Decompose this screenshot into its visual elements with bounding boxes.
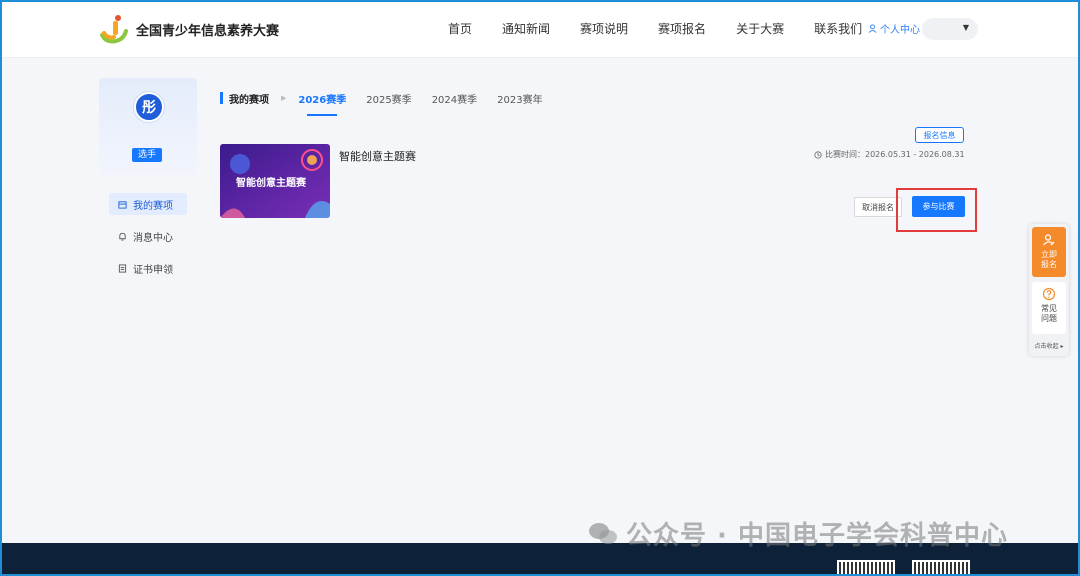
competition-time: 比赛时间：2026.05.31 - 2026.08.31: [814, 149, 965, 160]
float-faq-button[interactable]: 常见问题: [1032, 282, 1066, 334]
nav-about[interactable]: 关于大赛: [736, 20, 784, 37]
qr-code-image: [837, 560, 895, 574]
competition-name: 智能创意主题赛: [339, 150, 416, 163]
competition-time-text: 比赛时间：2026.05.31 - 2026.08.31: [825, 150, 965, 159]
sidebar-menu: 我的赛项 消息中心 证书申领: [109, 193, 187, 289]
competition-cover-image[interactable]: 智能创意主题赛: [220, 144, 330, 218]
box-icon: [118, 200, 127, 209]
sidebar-item-certificate[interactable]: 证书申领: [109, 257, 187, 279]
site-title: 全国青少年信息素养大赛: [136, 23, 280, 39]
top-nav: 全国青少年信息素养大赛 首页 通知新闻 赛项说明 赛项报名 关于大赛 联系我们 …: [2, 2, 1078, 58]
float-collapse-button[interactable]: 点击收起 ▸: [1029, 341, 1069, 350]
user-center-link[interactable]: 个人中心: [868, 21, 920, 36]
float-faq-label: 常见问题: [1041, 304, 1057, 323]
main-nav: 首页 通知新闻 赛项说明 赛项报名 关于大赛 联系我们: [448, 20, 892, 37]
qr-code-image: [912, 560, 970, 574]
watermark-text: 公众号 · 中国电子学会科普中心: [626, 521, 1008, 551]
tab-2026[interactable]: 2026赛季: [298, 91, 346, 116]
bell-icon: [119, 232, 126, 241]
page-frame: 全国青少年信息素养大赛 首页 通知新闻 赛项说明 赛项报名 关于大赛 联系我们 …: [0, 0, 1080, 576]
tab-2023[interactable]: 2023赛年: [497, 91, 542, 106]
cancel-registration-button[interactable]: 取消报名: [854, 197, 902, 217]
user-icon: [868, 24, 877, 33]
season-tabs: 我的赛项 ▶ 2026赛季 2025赛季 2024赛季 2023赛年: [220, 90, 563, 116]
nav-news[interactable]: 通知新闻: [502, 20, 550, 37]
sidebar-item-label: 证书申领: [133, 264, 173, 276]
nav-event-registration[interactable]: 赛项报名: [658, 20, 706, 37]
join-competition-button[interactable]: 参与比赛: [912, 196, 965, 217]
logo-icon: [98, 13, 130, 45]
user-dropdown[interactable]: ▼: [922, 18, 978, 40]
nav-event-description[interactable]: 赛项说明: [580, 20, 628, 37]
float-collapse-label: 点击收起: [1034, 343, 1059, 350]
role-badge: 选手: [132, 148, 162, 162]
clock-icon: [814, 150, 822, 159]
logo[interactable]: 全国青少年信息素养大赛: [98, 13, 279, 45]
wechat-icon: [589, 522, 617, 544]
sidebar-item-label: 我的赛项: [133, 200, 173, 212]
section-marker: [220, 92, 223, 104]
nav-contact[interactable]: 联系我们: [814, 20, 862, 37]
certificate-icon: [118, 263, 127, 273]
user-center-label: 个人中心: [880, 25, 920, 36]
watermark: 公众号 · 中国电子学会科普中心: [588, 515, 1008, 552]
cover-title: 智能创意主题赛: [236, 178, 306, 189]
floating-widget: 立即报名 常见问题 点击收起 ▸: [1029, 224, 1069, 356]
question-icon: [1042, 287, 1056, 301]
float-signup-button[interactable]: 立即报名: [1032, 227, 1066, 277]
caret-down-icon: ▼: [962, 23, 969, 32]
sidebar-item-my-events[interactable]: 我的赛项: [109, 193, 187, 215]
profile-card: 彤 选手: [99, 78, 197, 176]
tab-2024[interactable]: 2024赛季: [432, 91, 477, 106]
nav-home[interactable]: 首页: [448, 20, 472, 37]
sidebar-item-label: 消息中心: [133, 232, 173, 244]
triangle-right-icon: ▶: [281, 94, 287, 102]
user-edit-icon: [1043, 234, 1055, 246]
avatar: 彤: [134, 92, 164, 122]
section-title: 我的赛项: [229, 94, 269, 106]
sidebar-item-messages[interactable]: 消息中心: [109, 225, 187, 247]
tab-2025[interactable]: 2025赛季: [366, 91, 411, 106]
caret-right-icon: ▸: [1060, 343, 1064, 350]
signup-info-button[interactable]: 报名信息: [915, 127, 964, 143]
float-signup-label: 立即报名: [1041, 250, 1057, 269]
